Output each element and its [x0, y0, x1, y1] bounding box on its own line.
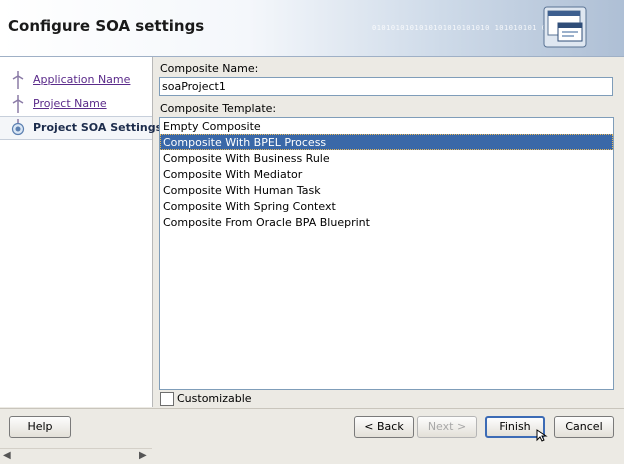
step-label[interactable]: Application Name: [33, 73, 130, 86]
step-visited-icon: [12, 71, 24, 89]
list-item[interactable]: Composite With Business Rule: [160, 150, 613, 166]
scroll-left-icon[interactable]: ◀: [3, 450, 11, 461]
list-item-selected[interactable]: Composite With BPEL Process: [160, 134, 613, 150]
list-item[interactable]: Composite With Human Task: [160, 182, 613, 198]
header-binary-decoration: 0101010101010101010101010 101010101 0: [372, 24, 547, 32]
list-item[interactable]: Empty Composite: [160, 118, 613, 134]
step-current-icon: [11, 119, 25, 136]
step-visited-icon: [12, 95, 24, 113]
help-button[interactable]: Help: [9, 416, 71, 438]
list-item[interactable]: Composite With Mediator: [160, 166, 613, 182]
list-item[interactable]: Composite With Spring Context: [160, 198, 613, 214]
next-button[interactable]: Next >: [417, 416, 477, 438]
customizable-label[interactable]: Customizable: [177, 392, 252, 405]
composite-template-label: Composite Template:: [160, 102, 277, 115]
step-project-soa-settings[interactable]: Project SOA Settings: [0, 116, 162, 140]
footer-divider: [0, 408, 624, 409]
step-application-name[interactable]: Application Name: [0, 69, 152, 91]
composite-template-list[interactable]: Empty Composite Composite With BPEL Proc…: [159, 117, 614, 390]
wizard-steps-panel: Application Name Project Name Project SO…: [0, 57, 162, 464]
scroll-right-icon[interactable]: ▶: [139, 450, 147, 461]
composite-name-label: Composite Name:: [160, 62, 259, 75]
step-label[interactable]: Project SOA Settings: [33, 121, 162, 134]
windows-wizard-icon: [543, 6, 587, 48]
dialog-title: Configure SOA settings: [8, 17, 205, 35]
composite-name-input[interactable]: soaProject1: [159, 77, 613, 96]
dialog-header: Configure SOA settings 01010101010101010…: [0, 0, 624, 57]
step-project-name[interactable]: Project Name: [0, 93, 152, 115]
mouse-pointer-icon: [536, 429, 548, 442]
step-label[interactable]: Project Name: [33, 97, 107, 110]
back-button[interactable]: < Back: [354, 416, 414, 438]
customizable-checkbox[interactable]: [160, 392, 174, 406]
list-item[interactable]: Composite From Oracle BPA Blueprint: [160, 214, 613, 230]
cancel-button[interactable]: Cancel: [554, 416, 614, 438]
steps-horizontal-scrollbar[interactable]: ◀ ▶: [0, 448, 152, 464]
